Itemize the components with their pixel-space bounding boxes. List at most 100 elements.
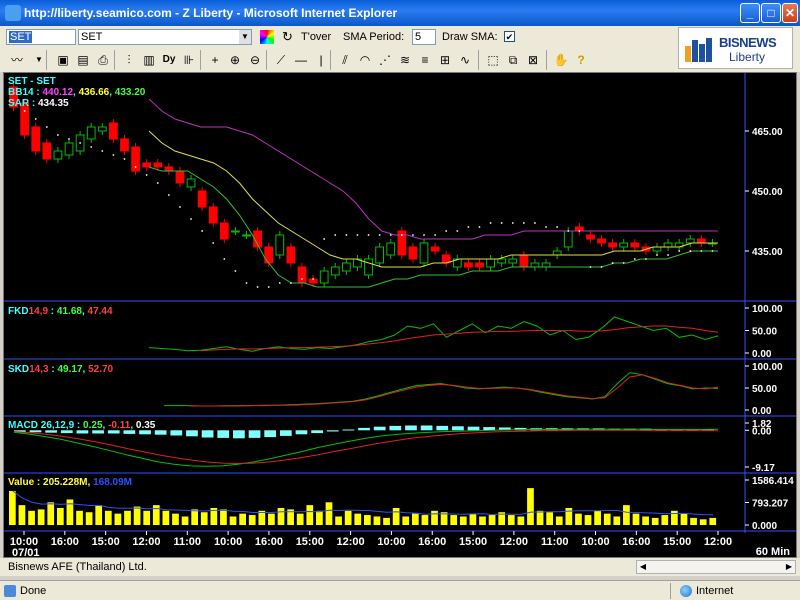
zoom-in-icon[interactable]: ⊕ — [226, 51, 244, 69]
candle-body — [286, 246, 296, 264]
zoom-out-icon[interactable]: ⊖ — [246, 51, 264, 69]
candle-body — [541, 262, 551, 268]
help-icon[interactable]: ? — [572, 51, 590, 69]
print-icon[interactable]: ⎙ — [94, 51, 112, 69]
macd-histogram-bar — [389, 425, 402, 431]
horizontal-scrollbar[interactable]: ◀ ▶ — [636, 560, 796, 574]
candle-body — [297, 266, 307, 284]
candle-body — [386, 242, 396, 256]
macd-histogram-bar — [467, 426, 480, 431]
chevron-down-icon[interactable]: ▼ — [239, 30, 251, 44]
line-tool-icon[interactable]: 〰 — [8, 51, 26, 69]
select-icon[interactable]: ⬚ — [484, 51, 502, 69]
volume-ma-line — [12, 490, 714, 516]
volume-bar — [325, 502, 333, 525]
volume-bar — [642, 516, 649, 525]
candle-body — [231, 230, 240, 233]
x-tick-label: 15:00 — [296, 536, 324, 548]
cycle-icon[interactable]: ∿ — [456, 51, 474, 69]
footer-text: Bisnews AFE (Thailand) Ltd. — [8, 561, 147, 573]
logo-mark-icon — [685, 36, 715, 62]
volume-bar — [143, 510, 151, 525]
fan-icon[interactable]: ⋰ — [376, 51, 394, 69]
crosshair-icon[interactable]: + — [206, 51, 224, 69]
volume-bar — [488, 515, 496, 525]
sar-dot — [456, 230, 459, 232]
parallel-lines-icon[interactable]: ⫽ — [336, 51, 354, 69]
candle-body — [164, 166, 174, 172]
minimize-button[interactable]: _ — [740, 3, 760, 23]
volume-bar — [306, 505, 314, 525]
sar-dot — [589, 266, 592, 268]
sar-dot — [367, 234, 370, 236]
sma-period-input[interactable]: 5 — [412, 29, 436, 45]
legend-bb: BB14 : 440.12, 436.66, 433.20 — [8, 87, 146, 98]
zone-label: Internet — [696, 585, 734, 597]
sar-dot — [522, 222, 525, 224]
x-tick-label: 16:00 — [622, 536, 650, 548]
chart-svg[interactable]: 465.00 450.00 435.00 100.00 50.00 0.00 100.00 5… — [4, 73, 796, 557]
candle-body — [619, 242, 629, 248]
series-52.70 — [189, 374, 719, 407]
volume-bar — [392, 507, 400, 525]
sar-dot — [267, 286, 270, 288]
status-text: Done — [20, 585, 47, 597]
sar-dot — [23, 110, 26, 112]
y-tick-label: 450.00 — [752, 187, 783, 198]
trendline-icon[interactable]: ⟋ — [272, 51, 290, 69]
bar-chart-icon[interactable]: ▥ — [140, 51, 158, 69]
candle-body — [175, 170, 185, 184]
copy-icon[interactable]: ⧉ — [504, 51, 522, 69]
x-tick-label: 12:00 — [337, 536, 365, 548]
sar-dot — [445, 230, 448, 232]
open-icon[interactable]: ▤ — [74, 51, 92, 69]
volume-bar — [507, 515, 515, 525]
draw-sma-label: Draw SMA: — [442, 31, 498, 43]
volume-bar — [172, 513, 179, 525]
scroll-left-icon[interactable]: ◀ — [637, 561, 649, 573]
volume-bar — [9, 490, 16, 525]
candle-body — [86, 126, 96, 140]
volume-bar — [517, 516, 525, 525]
bars-icon[interactable]: ⊪ — [180, 51, 198, 69]
save-icon[interactable]: ▣ — [54, 51, 72, 69]
vertical-line-icon[interactable]: | — [312, 51, 330, 69]
gann-icon[interactable]: ⊞ — [436, 51, 454, 69]
candle-body — [330, 266, 340, 276]
volume-bar — [28, 510, 35, 525]
candle-body — [64, 142, 74, 156]
delete-icon[interactable]: ⊠ — [524, 51, 542, 69]
candle-body — [597, 238, 606, 244]
date-icon[interactable]: Dy — [160, 51, 178, 69]
candle-body — [341, 262, 351, 272]
fibonacci-icon[interactable]: ≡ — [416, 51, 434, 69]
fan-lines-icon[interactable]: ≋ — [396, 51, 414, 69]
horizontal-line-icon[interactable]: — — [292, 51, 310, 69]
x-tick-label: 16:00 — [418, 536, 446, 548]
tover-label[interactable]: T'over — [301, 31, 331, 43]
draw-sma-checkbox[interactable]: ✔ — [504, 31, 515, 42]
close-button[interactable]: ✕ — [782, 3, 798, 23]
sar-dot — [167, 194, 170, 196]
sar-dot — [223, 258, 226, 260]
hand-icon[interactable]: ✋ — [552, 51, 570, 69]
toolbar-separator — [46, 50, 47, 70]
scroll-right-icon[interactable]: ▶ — [783, 561, 795, 573]
volume-bar — [124, 510, 131, 525]
macd-histogram-bar — [483, 427, 496, 431]
chart-area[interactable]: 465.00 450.00 435.00 100.00 50.00 0.00 100.00 5… — [3, 72, 797, 558]
sar-dot — [134, 166, 137, 168]
candle-icon[interactable]: ⫶ — [120, 51, 138, 69]
candle-body — [375, 246, 385, 264]
arc-icon[interactable]: ◠ — [356, 51, 374, 69]
sar-dot — [611, 262, 614, 264]
bisnews-logo: BISNEWS Liberty — [678, 27, 793, 69]
symbol-input[interactable]: SET — [6, 29, 76, 45]
symbol-select[interactable]: SET ▼ — [78, 29, 252, 45]
color-grid-icon[interactable] — [260, 30, 274, 44]
candle-body — [552, 250, 562, 256]
refresh-icon[interactable]: ↻ — [282, 29, 293, 45]
maximize-button[interactable]: □ — [761, 3, 781, 23]
volume-bar — [229, 516, 237, 525]
candle-body — [142, 162, 152, 168]
